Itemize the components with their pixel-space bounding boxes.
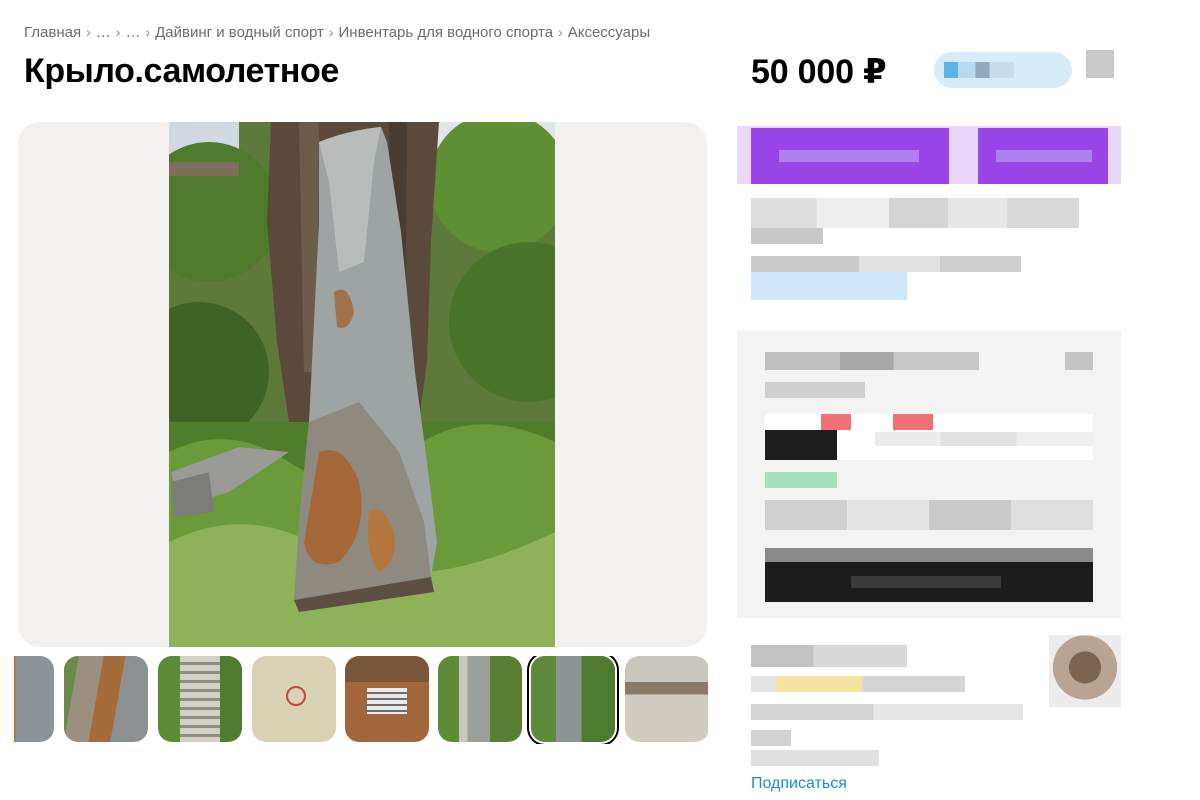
redacted-info-line-1 [751,198,1079,228]
thumbnail-2[interactable] [64,656,148,742]
redacted-seller-info-1 [751,704,1023,720]
breadcrumb-water-sports-gear[interactable]: Инвентарь для водного спорта [339,24,554,41]
redacted-seller-info-2 [751,730,791,746]
thumbnail-6[interactable] [438,656,522,742]
thumbnail-4[interactable] [252,656,336,742]
subscribe-link[interactable]: Подписаться [751,775,847,793]
redacted-favorite-icon[interactable] [1086,50,1114,78]
thumbnail-1[interactable] [14,656,54,742]
redacted-delivery-card [737,330,1121,618]
redacted-link-line[interactable] [751,272,907,300]
main-photo-image [169,122,555,647]
breadcrumb-separator: › [328,24,334,40]
redacted-seller-name[interactable] [751,645,907,667]
breadcrumb-separator: › [86,24,91,40]
breadcrumb-separator: › [558,24,563,40]
breadcrumb-separator: › [145,24,151,40]
thumbnail-3[interactable] [158,656,242,742]
redacted-price-badge-inner [944,62,1014,78]
redacted-seller-rating [751,676,965,692]
breadcrumb-separator: › [115,24,121,40]
redacted-info-line-3 [751,256,1021,272]
breadcrumb-diving[interactable]: Дайвинг и водный спорт [155,24,324,41]
thumbnail-strip [14,656,708,744]
avatar[interactable] [1049,635,1121,707]
main-photo[interactable] [169,122,555,647]
listing-price: 50 000 ₽ [751,53,887,91]
breadcrumb-accessories[interactable]: Аксессуары [568,24,650,41]
thumbnail-8[interactable] [625,656,708,742]
listing-title: Крыло.самолетное [24,52,339,90]
redacted-info-line-2 [751,228,823,244]
thumbnail-5[interactable] [345,656,429,742]
breadcrumb-ellipsis[interactable]: … [96,24,111,41]
redacted-write-message-button[interactable] [978,128,1108,184]
redacted-show-phone-button[interactable] [751,128,949,184]
breadcrumb-ellipsis[interactable]: … [125,24,140,41]
breadcrumb: Главная ›… ›… › Дайвинг и водный спорт › Инвен… [24,24,650,41]
thumbnail-7-selected[interactable] [531,656,615,742]
photo-gallery[interactable] [18,122,707,647]
breadcrumb-home[interactable]: Главная [24,24,81,41]
redacted-seller-info-3 [751,750,879,766]
